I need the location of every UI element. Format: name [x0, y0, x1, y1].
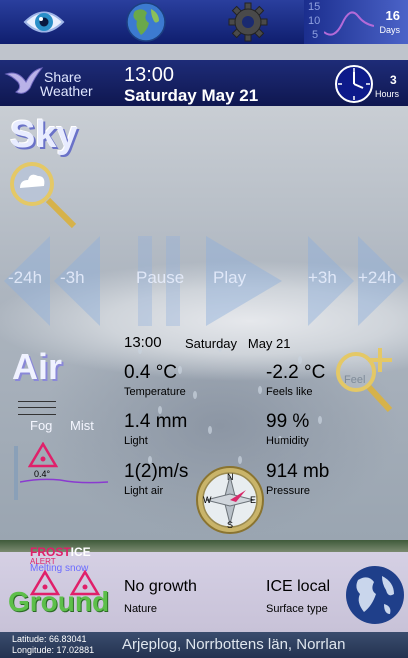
- magnifier-icon[interactable]: [8, 160, 80, 232]
- gear-icon: [228, 2, 268, 42]
- hours-step-value: 3: [390, 73, 397, 87]
- pause-button[interactable]: Pause: [136, 268, 184, 288]
- share-label: Share: [44, 69, 82, 85]
- nature-label: Nature: [124, 603, 158, 615]
- top-toolbar: 15 10 5 16 Days: [0, 0, 408, 45]
- pressure-label: Pressure: [266, 485, 311, 497]
- thermometer-scale: [14, 446, 18, 500]
- temperature-trend-line: [20, 478, 109, 484]
- map-button[interactable]: [108, 0, 184, 44]
- air-title: Air: [12, 346, 63, 387]
- latitude-text: Latitude: 66.83041: [12, 634, 87, 644]
- longitude-text: Longitude: 17.02881: [12, 645, 95, 655]
- forecast-scale-10: 10: [308, 15, 321, 27]
- temperature-label: Temperature: [124, 386, 186, 398]
- location-name[interactable]: Arjeplog, Norrbottens län, Norrlan: [122, 636, 345, 653]
- play-button[interactable]: Play: [213, 268, 246, 288]
- precipitation-label: Light: [124, 435, 148, 447]
- temperature-value: 0.4 °C: [124, 362, 178, 383]
- forecast-scale-5: 5: [312, 29, 319, 41]
- minus-24h-button[interactable]: -24h: [8, 268, 42, 288]
- settings-button[interactable]: [210, 0, 286, 44]
- ice-label: ICE: [70, 545, 91, 559]
- rain-texture: [138, 344, 322, 464]
- humidity-label: Humidity: [266, 435, 309, 447]
- warning-icon: [28, 442, 58, 468]
- wind-value: 1(2)m/s: [124, 461, 189, 482]
- feels-like-label: Feels like: [266, 386, 313, 398]
- current-time: 13:00: [124, 64, 175, 86]
- clock-icon[interactable]: [334, 64, 374, 104]
- globe-icon: [126, 2, 166, 42]
- forecast-days-label: Days: [379, 25, 400, 35]
- weather-label: Weather: [40, 83, 93, 99]
- surface-type-value: ICE local: [266, 578, 331, 595]
- current-date: Saturday May 21: [124, 86, 259, 105]
- air-time: 13:00: [124, 334, 162, 351]
- feels-badge: Feel: [344, 374, 366, 386]
- wind-label: Light air: [124, 485, 164, 497]
- precipitation-value: 1.4 mm: [124, 411, 188, 432]
- compass-n: N: [227, 472, 234, 482]
- sky-title: Sky: [10, 114, 78, 156]
- view-button[interactable]: [0, 0, 88, 44]
- plus-3h-button[interactable]: +3h: [308, 268, 337, 288]
- minus-3h-button[interactable]: -3h: [60, 268, 85, 288]
- compass-e: E: [250, 495, 256, 505]
- pressure-value: 914 mb: [266, 461, 330, 482]
- compass-s: S: [227, 520, 233, 530]
- nature-value: No growth: [124, 578, 197, 595]
- forecast-scale-15: 15: [308, 1, 321, 13]
- air-date: Saturday May 21: [185, 336, 291, 351]
- fog-label: Fog: [30, 418, 53, 433]
- forecast-days-number: 16: [385, 8, 400, 23]
- forecast-chart-icon: [324, 11, 374, 36]
- compass-w: W: [203, 495, 212, 505]
- eye-icon: [23, 11, 65, 33]
- share-bird-icon[interactable]: [4, 66, 44, 100]
- mist-label: Mist: [70, 418, 94, 433]
- plus-24h-button[interactable]: +24h: [358, 268, 396, 288]
- forecast-16-days-button[interactable]: 15 10 5 16 Days: [304, 0, 408, 44]
- hours-step-label: Hours: [375, 89, 400, 99]
- earth-icon[interactable]: [344, 564, 406, 626]
- compass-icon[interactable]: N E S W: [194, 464, 266, 536]
- humidity-value: 99 %: [266, 411, 310, 432]
- feels-like-value: -2.2 °C: [266, 362, 326, 383]
- fog-lines-icon: [18, 401, 56, 415]
- toolbar-separator: [0, 44, 408, 60]
- surface-type-label: Surface type: [266, 603, 328, 615]
- share-weather-button[interactable]: Share Weather: [40, 70, 93, 98]
- ground-title: Ground: [8, 586, 110, 617]
